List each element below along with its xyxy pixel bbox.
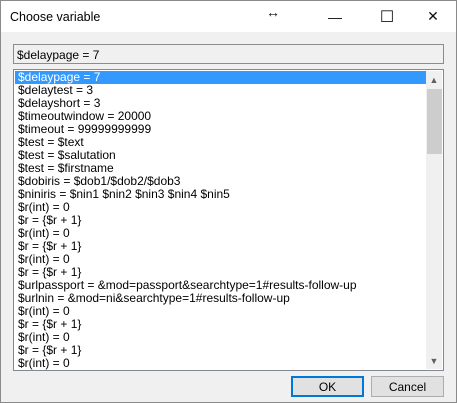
maximize-button[interactable]: ☐	[364, 1, 410, 32]
title-bar[interactable]: Choose variable ↔ — ☐ ✕	[1, 1, 456, 32]
window-title: Choose variable	[10, 10, 101, 24]
list-item[interactable]: $niniris = $nin1 $nin2 $nin3 $nin4 $nin5	[15, 188, 427, 201]
close-button[interactable]: ✕	[410, 1, 456, 32]
vertical-scrollbar[interactable]: ▲ ▼	[426, 71, 442, 369]
variable-listbox[interactable]: $delaypage = 7 $delaytest = 3 $delayshort …	[13, 69, 444, 371]
list-item[interactable]: $r = {$r + 1}	[15, 214, 427, 227]
resize-arrows-icon: ↔	[266, 4, 280, 20]
scroll-down-arrow-icon[interactable]: ▼	[426, 352, 442, 369]
list-item[interactable]: $r = {$r + 1}	[15, 344, 427, 357]
ok-button[interactable]: OK	[291, 376, 364, 397]
list-item[interactable]: $r = {$r + 1}	[15, 240, 427, 253]
list-item[interactable]: $urlnin = &mod=ni&searchtype=1#results-f…	[15, 292, 427, 305]
minimize-button[interactable]: —	[312, 1, 358, 32]
scroll-up-arrow-icon[interactable]: ▲	[426, 71, 442, 88]
variable-list: $delaypage = 7 $delaytest = 3 $delayshort …	[15, 71, 427, 370]
cancel-button[interactable]: Cancel	[371, 376, 444, 397]
selected-variable-field[interactable]: $delaypage = 7	[13, 44, 444, 64]
list-item[interactable]: $r(int) = 0	[15, 357, 427, 370]
scrollbar-thumb[interactable]	[427, 89, 442, 154]
list-item[interactable]: $r = {$r + 1}	[15, 318, 427, 331]
